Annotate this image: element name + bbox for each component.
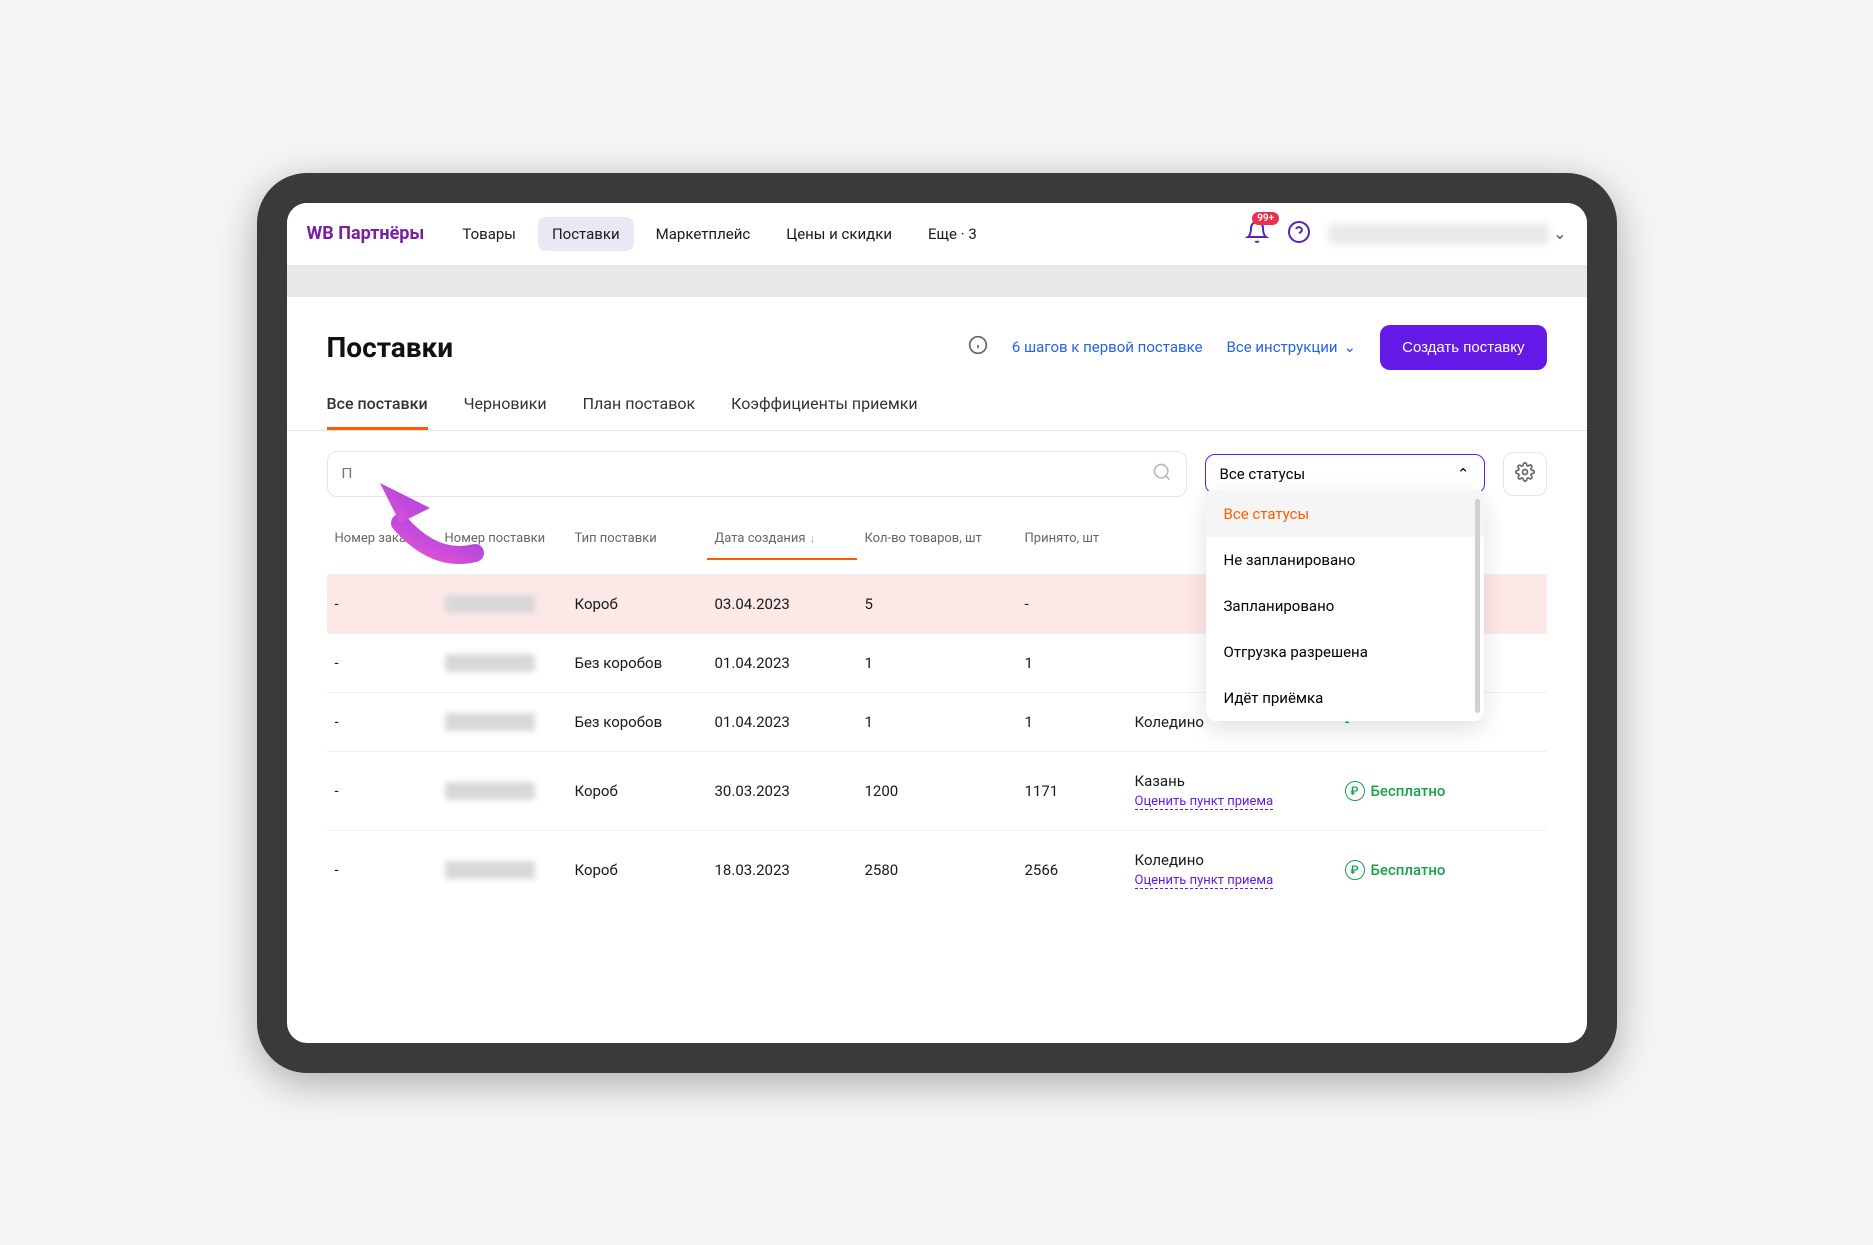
top-bar: WB Партнёры Товары Поставки Маркетплейс …	[287, 203, 1587, 265]
page-header: Поставки 6 шагов к первой поставке Все и…	[287, 297, 1587, 380]
cell-qty: 1	[857, 713, 1017, 731]
status-option-shipment-allowed[interactable]: Отгрузка разрешена	[1206, 629, 1484, 675]
cell-date: 01.04.2023	[707, 713, 857, 731]
gray-strip	[287, 265, 1587, 297]
cell-supply-redacted	[437, 861, 567, 879]
status-option-not-planned[interactable]: Не запланировано	[1206, 537, 1484, 583]
search-icon	[1152, 462, 1172, 486]
cell-order: -	[327, 595, 437, 613]
cell-type: Без коробов	[567, 713, 707, 731]
nav-item-prices[interactable]: Цены и скидки	[772, 217, 906, 251]
table-row[interactable]: - Короб 30.03.2023 1200 1171 Казань Оцен…	[327, 751, 1547, 830]
cell-qty: 2580	[857, 861, 1017, 879]
cell-coefficient: ₽Бесплатно	[1337, 860, 1467, 880]
notifications-button[interactable]: 99+	[1245, 220, 1269, 248]
tab-supply-plan[interactable]: План поставок	[583, 394, 696, 430]
cell-date: 18.03.2023	[707, 861, 857, 879]
tablet-frame: WB Партнёры Товары Поставки Маркетплейс …	[257, 173, 1617, 1073]
status-option-all[interactable]: Все статусы	[1206, 491, 1484, 537]
cell-date: 01.04.2023	[707, 654, 857, 672]
cell-date: 30.03.2023	[707, 782, 857, 800]
chevron-down-icon: ⌄	[1344, 338, 1357, 356]
chevron-down-icon: ⌄	[1553, 224, 1566, 243]
cell-accepted: 2566	[1017, 861, 1127, 879]
table-row[interactable]: - Короб 18.03.2023 2580 2566 Коледино Оц…	[327, 830, 1547, 909]
create-supply-button[interactable]: Создать поставку	[1380, 325, 1546, 370]
chevron-up-icon: ⌃	[1457, 465, 1470, 483]
bell-icon	[1245, 229, 1269, 248]
rate-point-link[interactable]: Оценить пункт приема	[1135, 873, 1274, 889]
col-quantity[interactable]: Кол-во товаров, шт	[857, 531, 1017, 560]
cell-type: Без коробов	[567, 654, 707, 672]
cell-type: Короб	[567, 595, 707, 613]
logo[interactable]: WB Партнёры	[307, 223, 425, 244]
info-icon[interactable]	[968, 335, 988, 359]
user-menu[interactable]: ⌄	[1329, 224, 1566, 244]
help-icon	[1287, 229, 1311, 248]
nav-item-products[interactable]: Товары	[448, 217, 530, 251]
cell-order: -	[327, 713, 437, 731]
col-created-date[interactable]: Дата создания↓	[707, 531, 857, 560]
cell-date: 03.04.2023	[707, 595, 857, 613]
col-accepted[interactable]: Принято, шт	[1017, 531, 1127, 560]
page-title: Поставки	[327, 331, 454, 364]
help-button[interactable]	[1287, 220, 1311, 248]
cell-order: -	[327, 654, 437, 672]
rate-point-link[interactable]: Оценить пункт приема	[1135, 794, 1274, 810]
cell-supply-redacted	[437, 713, 567, 731]
cell-supply-redacted	[437, 654, 567, 672]
cell-qty: 1	[857, 654, 1017, 672]
steps-link[interactable]: 6 шагов к первой поставке	[1012, 338, 1203, 356]
tab-acceptance-coef[interactable]: Коэффициенты приемки	[731, 394, 917, 430]
cell-location: Казань Оценить пункт приема	[1127, 772, 1337, 810]
cell-accepted: 1	[1017, 713, 1127, 731]
cell-location: Коледино Оценить пункт приема	[1127, 851, 1337, 889]
notifications-badge: 99+	[1252, 212, 1279, 225]
status-option-planned[interactable]: Запланировано	[1206, 583, 1484, 629]
tab-drafts[interactable]: Черновики	[464, 394, 547, 430]
status-dropdown: Все статусы Не запланировано Запланирова…	[1206, 491, 1484, 721]
instructions-link[interactable]: Все инструкции ⌄	[1227, 338, 1357, 356]
cell-supply-redacted	[437, 782, 567, 800]
table-settings-button[interactable]	[1503, 452, 1547, 496]
cell-order: -	[327, 782, 437, 800]
tab-all-supplies[interactable]: Все поставки	[327, 394, 428, 430]
status-filter-value: Все статусы	[1220, 465, 1306, 483]
col-supply-type[interactable]: Тип поставки	[567, 531, 707, 560]
gear-icon	[1515, 462, 1535, 486]
sort-arrow-icon: ↓	[810, 532, 816, 545]
ruble-icon: ₽	[1345, 781, 1365, 801]
cell-accepted: 1171	[1017, 782, 1127, 800]
nav-item-marketplace[interactable]: Маркетплейс	[642, 217, 765, 251]
status-option-in-acceptance[interactable]: Идёт приёмка	[1206, 675, 1484, 721]
cell-accepted: -	[1017, 595, 1127, 613]
dropdown-scrollbar[interactable]	[1475, 499, 1480, 713]
nav-item-more[interactable]: Еще · 3	[914, 217, 991, 251]
cell-type: Короб	[567, 782, 707, 800]
cell-coefficient: ₽Бесплатно	[1337, 781, 1467, 801]
main-nav: Товары Поставки Маркетплейс Цены и скидк…	[448, 217, 990, 251]
cell-order: -	[327, 861, 437, 879]
nav-item-supplies[interactable]: Поставки	[538, 217, 634, 251]
user-name-redacted	[1329, 224, 1549, 244]
cell-qty: 1200	[857, 782, 1017, 800]
page-tabs: Все поставки Черновики План поставок Коэ…	[287, 380, 1587, 431]
cell-type: Короб	[567, 861, 707, 879]
ruble-icon: ₽	[1345, 860, 1365, 880]
cell-supply-redacted	[437, 595, 567, 613]
top-bar-right: 99+ ⌄	[1245, 220, 1566, 248]
app-screen: WB Партнёры Товары Поставки Маркетплейс …	[287, 203, 1587, 1043]
status-filter-select[interactable]: Все статусы ⌃ Все статусы Не запланирова…	[1205, 454, 1485, 494]
tutorial-arrow-icon	[345, 473, 495, 577]
cell-qty: 5	[857, 595, 1017, 613]
cell-accepted: 1	[1017, 654, 1127, 672]
